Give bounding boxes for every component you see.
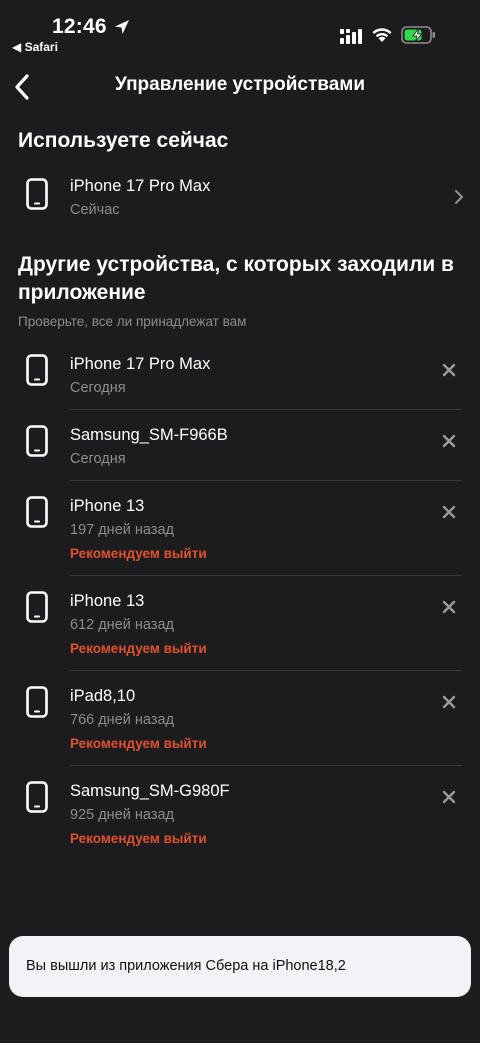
status-time: 12:46 <box>52 15 107 38</box>
row-divider <box>70 765 462 766</box>
location-arrow-icon <box>115 20 129 34</box>
device-name: iPhone 17 Pro Max <box>70 355 211 373</box>
toast-message: Вы вышли из приложения Сбера на iPhone18… <box>26 958 346 974</box>
remove-device-button[interactable] <box>438 786 460 808</box>
smartphone-icon <box>26 425 48 457</box>
device-name: iPhone 17 Pro Max <box>70 177 211 195</box>
status-bar: 12:46 ◀ Safari <box>0 0 480 60</box>
row-divider <box>70 409 462 410</box>
remove-device-button[interactable] <box>438 501 460 523</box>
device-last-seen: 925 дней назад <box>70 807 174 823</box>
smartphone-icon <box>26 496 48 528</box>
device-name: Samsung_SM-G980F <box>70 782 230 800</box>
remove-device-button[interactable] <box>438 596 460 618</box>
tablet-icon <box>26 686 48 718</box>
device-last-seen: Сегодня <box>70 380 126 396</box>
row-divider <box>70 480 462 481</box>
smartphone-icon <box>26 178 48 210</box>
device-last-seen: 612 дней назад <box>70 617 174 633</box>
device-row[interactable]: iPhone 13 197 дней назад Рекомендуем вый… <box>0 492 480 576</box>
logout-toast[interactable]: Вы вышли из приложения Сбера на iPhone18… <box>9 936 471 997</box>
logout-recommendation: Рекомендуем выйти <box>70 831 207 846</box>
remove-device-button[interactable] <box>438 359 460 381</box>
device-row[interactable]: Samsung_SM-G980F 925 дней назад Рекоменд… <box>0 777 480 861</box>
row-divider <box>70 670 462 671</box>
other-devices-hint: Проверьте, все ли принадлежат вам <box>18 314 247 329</box>
smartphone-icon <box>26 781 48 813</box>
cellular-signal-icon <box>340 29 362 44</box>
remove-device-button[interactable] <box>438 691 460 713</box>
logout-recommendation: Рекомендуем выйти <box>70 736 207 751</box>
logout-recommendation: Рекомендуем выйти <box>70 641 207 656</box>
device-name: iPhone 13 <box>70 592 145 610</box>
battery-charging-icon <box>401 26 435 44</box>
device-row[interactable]: Samsung_SM-F966B Сегодня <box>0 421 480 481</box>
device-row[interactable]: iPad8,10 766 дней назад Рекомендуем выйт… <box>0 682 480 766</box>
smartphone-icon <box>26 354 48 386</box>
chevron-right-icon <box>454 189 464 205</box>
device-last-seen: 766 дней назад <box>70 712 174 728</box>
row-divider <box>70 575 462 576</box>
remove-device-button[interactable] <box>438 430 460 452</box>
device-name: iPhone 13 <box>70 497 145 515</box>
device-management-screen: 12:46 ◀ Safari Управление устройствами И… <box>0 0 480 1043</box>
device-last-seen: 197 дней назад <box>70 522 174 538</box>
device-row[interactable]: iPhone 17 Pro Max Сегодня <box>0 350 480 410</box>
logout-recommendation: Рекомендуем выйти <box>70 546 207 561</box>
back-to-safari-link[interactable]: ◀ Safari <box>12 40 58 54</box>
device-row[interactable]: iPhone 13 612 дней назад Рекомендуем вый… <box>0 587 480 671</box>
device-last-seen: Сегодня <box>70 451 126 467</box>
device-last-seen: Сейчас <box>70 202 120 218</box>
page-title: Управление устройствами <box>114 74 366 95</box>
wifi-icon <box>372 28 392 42</box>
smartphone-icon <box>26 591 48 623</box>
device-name: iPad8,10 <box>70 687 136 705</box>
current-section-title: Используете сейчас <box>18 129 229 152</box>
current-device-row[interactable]: iPhone 17 Pro Max Сейчас <box>0 172 480 222</box>
device-name: Samsung_SM-F966B <box>70 426 228 444</box>
other-devices-section-title: Другие устройства, с которых заходили в … <box>18 253 454 304</box>
